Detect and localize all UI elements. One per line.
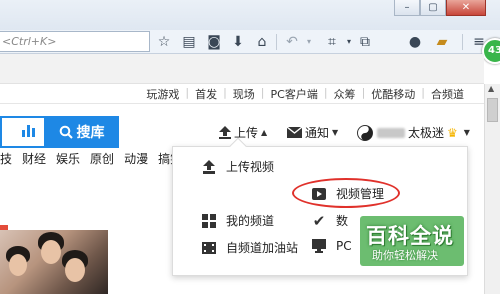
extension-icon[interactable]: ▰ [433,33,451,51]
undo-dropdown-icon[interactable]: ▾ [300,33,318,51]
scroll-up-arrow-icon[interactable]: ▲ [488,84,494,93]
video-thumbnail[interactable] [0,230,108,294]
bookmark-star-icon[interactable]: ☆ [155,33,173,51]
screenshot-icon[interactable]: ⧉ [356,33,374,51]
grid-icon [202,213,216,228]
topnav-item-premiere[interactable]: 首发 [189,86,223,102]
check-icon: ✔ [312,211,326,230]
topnav-item-games[interactable]: 玩游戏 [140,86,185,102]
watermark-subtitle: 助你轻松解决 [372,249,438,262]
category-nav: 技 财经 娱乐 原创 动漫 搞笑 [0,150,192,167]
menu-item-pc[interactable]: PC [312,239,352,253]
menu-item-label: 自频道加油站 [226,241,299,255]
topnav-item-pc-client[interactable]: PC客户端 [265,86,324,102]
topnav-item-channel[interactable]: 合频道 [425,86,470,102]
category-original[interactable]: 原创 [90,150,114,167]
envelope-icon [287,127,302,138]
topnav-item-mobile[interactable]: 优酷移动 [365,86,421,102]
search-button[interactable]: 搜库 [44,116,119,148]
topnav-item-crowdfunding[interactable]: 众筹 [328,86,362,102]
menu-item-label: 数 [336,214,349,228]
menu-item-label: PC [336,239,352,253]
notify-menu[interactable]: 通知 ▼ [287,124,338,141]
upload-icon [202,159,216,174]
chat-icon[interactable]: ● [406,33,424,51]
page-top-strip [0,54,484,84]
upload-menu[interactable]: 上传 ▲ [218,124,267,141]
blurred-name [377,127,405,138]
category-entertainment[interactable]: 娱乐 [56,150,80,167]
search-icon [59,125,73,139]
menu-item-data[interactable]: ✔ 数 [312,211,349,230]
category-finance[interactable]: 财经 [22,150,46,167]
scrollbar[interactable]: ▲ [484,84,500,294]
category-tech[interactable]: 技 [0,150,12,167]
monitor-icon [312,239,326,253]
category-anime[interactable]: 动漫 [124,150,148,167]
notify-label: 通知 [305,126,330,140]
menu-item-channel-station[interactable]: 自频道加油站 [202,239,298,256]
download-icon[interactable]: ⬇ [229,33,247,51]
highlight-circle [292,178,400,208]
top-navigation: 玩游戏 | 首发 | 现场 | PC客户端 | 众筹 | 优酷移动 | 合频道 [0,84,484,104]
vip-crown-icon: ♛ [447,125,458,140]
topnav-item-live[interactable]: 现场 [227,86,261,102]
menu-item-label: 上传视频 [226,160,275,174]
avatar [357,124,373,141]
pocket-icon[interactable]: ◙ [205,33,223,51]
menu-item-upload-video[interactable]: 上传视频 [202,158,274,175]
watermark-title: 百科全说 [366,224,454,248]
menu-item-label: 我的频道 [226,214,275,228]
notification-badge[interactable]: 43 [482,38,500,64]
minimize-button[interactable]: – [394,0,420,16]
undo-icon[interactable]: ↶ [283,33,301,51]
home-icon[interactable]: ⌂ [253,33,271,51]
toolbar-divider [276,34,277,50]
browser-toolbar: <Ctrl+K> ☆ ▤ ◙ ⬇ ⌂ ↶ ▾ ⌗ ▾ ⧉ ● ▰ ≡ [0,30,500,54]
menu-item-my-channel[interactable]: 我的频道 [202,212,274,229]
username: 太极迷 [408,126,445,140]
window-controls: – ▢ ✕ [394,0,486,16]
caret-down-icon: ▼ [332,128,339,137]
scroll-thumb[interactable] [487,98,498,122]
window-titlebar: – ▢ ✕ [0,0,500,30]
bar-chart-icon[interactable] [20,122,36,138]
user-menu[interactable]: 太极迷 ♛ ▼ [357,124,470,141]
toolbar-divider [462,34,463,50]
reader-icon[interactable]: ▤ [180,33,198,51]
film-icon [202,241,216,255]
upload-icon [219,126,231,139]
search-button-label: 搜库 [76,125,105,141]
close-button[interactable]: ✕ [446,0,486,16]
caret-down-icon: ▼ [463,128,470,137]
crop-icon[interactable]: ⌗ [323,33,341,51]
maximize-button[interactable]: ▢ [420,0,446,16]
caret-up-icon: ▲ [261,128,268,137]
search-box[interactable]: <Ctrl+K> [0,31,150,52]
